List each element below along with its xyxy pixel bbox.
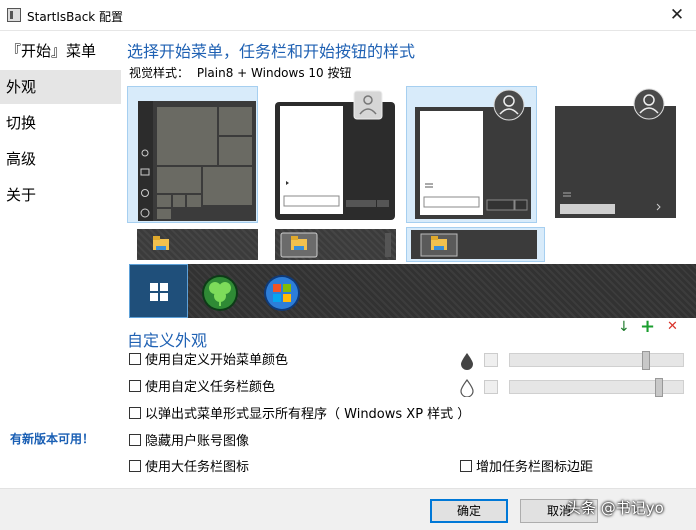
plain8-dark-menu-preview	[555, 88, 676, 218]
checkbox[interactable]	[129, 353, 141, 365]
option-large-taskbar-icons[interactable]: 使用大任务栏图标	[129, 458, 249, 478]
windows7-menu-preview	[275, 90, 395, 220]
slider-thumb[interactable]	[642, 351, 650, 370]
window-title: StartIsBack 配置	[27, 10, 124, 24]
option-custom-start-color[interactable]: 使用自定义开始菜单颜色	[129, 351, 288, 371]
color-drop-icon	[461, 353, 473, 370]
option-custom-taskbar-color[interactable]: 使用自定义任务栏颜色	[129, 378, 275, 398]
sidebar-item-start-menu[interactable]: 『开始』菜单	[0, 34, 121, 68]
orb-windows7[interactable]	[253, 264, 312, 318]
taskbar-style-1[interactable]	[137, 229, 258, 260]
option-hide-user-picture[interactable]: 隐藏用户账号图像	[129, 432, 249, 452]
close-button[interactable]: ✕	[664, 2, 690, 28]
main-panel: 选择开始菜单，任务栏和开始按钮的样式 视觉样式： Plain8 + Window…	[121, 32, 696, 487]
folder-icon	[280, 232, 391, 258]
ok-button[interactable]: 确定	[430, 499, 508, 523]
windows10-menu-preview	[138, 101, 256, 221]
option-taskbar-icon-padding[interactable]: 增加任务栏图标边距	[460, 458, 593, 478]
sidebar-item-advanced[interactable]: 高级	[0, 142, 121, 176]
taskbar-style-2[interactable]	[275, 229, 396, 260]
checkbox[interactable]	[460, 460, 472, 472]
custom-appearance-heading: 自定义外观	[127, 331, 208, 350]
style-option-plain8[interactable]	[406, 86, 537, 223]
visual-style-row: 视觉样式： Plain8 + Windows 10 按钮	[129, 64, 352, 81]
style-option-windows7[interactable]	[270, 86, 401, 223]
style-option-windows10[interactable]	[127, 86, 258, 223]
clover-orb-icon	[202, 275, 238, 311]
watermark-text: 头条 @书记yo	[566, 499, 664, 517]
transparency-drop-icon	[460, 379, 474, 397]
checkbox[interactable]	[129, 407, 141, 419]
title-bar: StartIsBack 配置 ✕	[0, 0, 696, 31]
slider-thumb[interactable]	[655, 378, 663, 397]
dialog-footer: 确定 取消 头条 @书记yo	[0, 488, 696, 530]
remove-icon[interactable]: ✕	[667, 319, 678, 334]
style-section-heading: 选择开始菜单，任务栏和开始按钮的样式	[127, 42, 416, 61]
sidebar-item-switching[interactable]: 切换	[0, 106, 121, 140]
add-icon[interactable]: +	[640, 316, 655, 337]
sidebar: 『开始』菜单 外观 切换 高级 关于 有新版本可用！	[0, 32, 121, 487]
option-popup-all-programs[interactable]: 以弹出式菜单形式显示所有程序（ Windows XP 样式 ）	[129, 405, 470, 425]
taskbar-color-swatch[interactable]	[484, 380, 498, 394]
sidebar-item-about[interactable]: 关于	[0, 178, 121, 212]
start-transparency-slider[interactable]	[509, 351, 684, 370]
download-icon[interactable]: ↓	[618, 319, 630, 335]
start-color-swatch[interactable]	[484, 353, 498, 367]
start-button-style-bar	[129, 264, 696, 318]
taskbar-transparency-slider[interactable]	[509, 378, 684, 397]
sidebar-item-appearance[interactable]: 外观	[0, 70, 121, 104]
windows7-orb-icon	[264, 275, 300, 311]
visual-style-label: 视觉样式：	[129, 66, 190, 80]
windows-logo-icon	[150, 283, 168, 301]
checkbox[interactable]	[129, 434, 141, 446]
style-option-plain8-dark[interactable]	[549, 86, 680, 223]
plain8-menu-preview	[415, 89, 531, 219]
app-icon	[7, 8, 21, 22]
visual-style-value: Plain8 + Windows 10 按钮	[196, 66, 352, 80]
orb-clover[interactable]	[191, 264, 250, 318]
orb-windows10[interactable]	[129, 264, 188, 318]
taskbar-style-3[interactable]	[406, 227, 545, 262]
checkbox[interactable]	[129, 380, 141, 392]
folder-icon	[411, 230, 537, 259]
update-available-link[interactable]: 有新版本可用！	[10, 430, 94, 447]
folder-icon	[153, 236, 169, 250]
checkbox[interactable]	[129, 460, 141, 472]
